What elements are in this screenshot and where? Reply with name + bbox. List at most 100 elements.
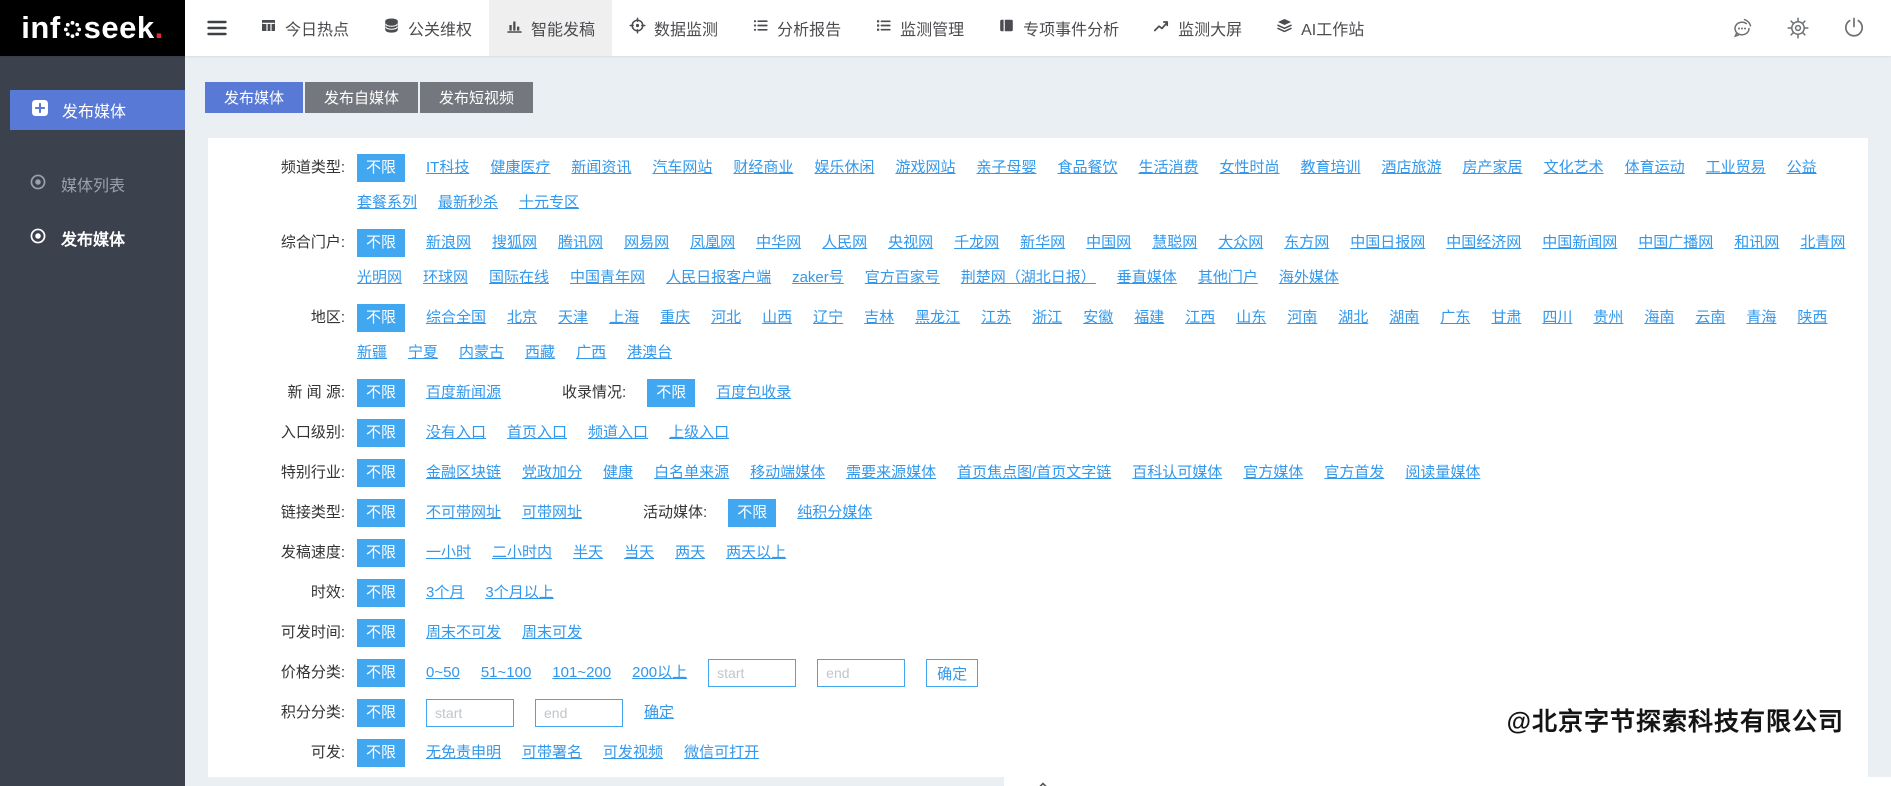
filter-option[interactable]: 新浪网 bbox=[426, 229, 471, 257]
filter-option[interactable]: 西藏 bbox=[525, 339, 555, 367]
filter-option[interactable]: 天津 bbox=[558, 304, 588, 332]
filter-chip-unlimited[interactable]: 不限 bbox=[357, 739, 405, 767]
nav-item-today-hot[interactable]: 今日热点 bbox=[243, 0, 366, 56]
filter-option[interactable]: 宁夏 bbox=[408, 339, 438, 367]
filter-option[interactable]: 荆楚网（湖北日报） bbox=[961, 264, 1096, 292]
filter-option[interactable]: 东方网 bbox=[1284, 229, 1329, 257]
filter-option[interactable]: 十元专区 bbox=[519, 189, 579, 217]
filter-chip-unlimited[interactable]: 不限 bbox=[357, 619, 405, 647]
filter-option[interactable]: 金融区块链 bbox=[426, 459, 501, 487]
filter-option[interactable]: 湖北 bbox=[1338, 304, 1368, 332]
filter-option[interactable]: 湖南 bbox=[1389, 304, 1419, 332]
sidebar-item-media-list[interactable]: 媒体列表 bbox=[0, 172, 185, 196]
filter-option[interactable]: 云南 bbox=[1695, 304, 1725, 332]
filter-option[interactable]: 凤凰网 bbox=[690, 229, 735, 257]
filter-option[interactable]: 亲子母婴 bbox=[976, 154, 1036, 182]
filter-option[interactable]: 两天以上 bbox=[726, 539, 786, 567]
filter-option[interactable]: 频道入口 bbox=[588, 419, 648, 447]
filter-option[interactable]: 101~200 bbox=[552, 659, 611, 687]
filter-chip-unlimited[interactable]: 不限 bbox=[357, 379, 405, 407]
filter-chip-unlimited[interactable]: 不限 bbox=[647, 379, 695, 407]
nav-item-analysis-report[interactable]: 分析报告 bbox=[735, 0, 858, 56]
filter-option[interactable]: 公益 bbox=[1787, 154, 1817, 182]
filter-option[interactable]: 安徽 bbox=[1083, 304, 1113, 332]
filter-option[interactable]: 甘肃 bbox=[1491, 304, 1521, 332]
filter-option[interactable]: 文化艺术 bbox=[1544, 154, 1604, 182]
filter-option[interactable]: 200以上 bbox=[632, 659, 687, 687]
filter-option[interactable]: 四川 bbox=[1542, 304, 1572, 332]
filter-option[interactable]: 女性时尚 bbox=[1220, 154, 1280, 182]
tab-publish-short-video[interactable]: 发布短视频 bbox=[420, 82, 533, 113]
filter-option[interactable]: 可发视频 bbox=[603, 739, 663, 767]
nav-item-monitor-screen[interactable]: 监测大屏 bbox=[1136, 0, 1259, 56]
filter-option[interactable]: 党政加分 bbox=[522, 459, 582, 487]
filter-option[interactable]: 半天 bbox=[573, 539, 603, 567]
filter-option[interactable]: 上海 bbox=[609, 304, 639, 332]
filter-chip-unlimited[interactable]: 不限 bbox=[357, 699, 405, 727]
filter-chip-unlimited[interactable]: 不限 bbox=[357, 229, 405, 257]
nav-item-data-monitor[interactable]: 数据监测 bbox=[612, 0, 735, 56]
filter-option[interactable]: 首页入口 bbox=[507, 419, 567, 447]
filter-option[interactable]: 千龙网 bbox=[954, 229, 999, 257]
filter-option[interactable]: 阅读量媒体 bbox=[1405, 459, 1480, 487]
filter-chip-unlimited[interactable]: 不限 bbox=[357, 419, 405, 447]
filter-option[interactable]: 娱乐休闲 bbox=[814, 154, 874, 182]
filter-option[interactable]: 生活消费 bbox=[1138, 154, 1198, 182]
filter-option[interactable]: 综合全国 bbox=[426, 304, 486, 332]
filter-option[interactable]: 汽车网站 bbox=[652, 154, 712, 182]
filter-option[interactable]: 河北 bbox=[711, 304, 741, 332]
filter-option[interactable]: 酒店旅游 bbox=[1382, 154, 1442, 182]
filter-option[interactable]: 港澳台 bbox=[627, 339, 672, 367]
filter-option[interactable]: 大众网 bbox=[1218, 229, 1263, 257]
filter-option[interactable]: 需要来源媒体 bbox=[846, 459, 936, 487]
sidebar-item-publish-media[interactable]: 发布媒体 bbox=[0, 226, 185, 250]
filter-option[interactable]: 百度包收录 bbox=[716, 379, 791, 407]
filter-option[interactable]: 贵州 bbox=[1593, 304, 1623, 332]
filter-option[interactable]: 官方媒体 bbox=[1243, 459, 1303, 487]
filter-option[interactable]: 北京 bbox=[507, 304, 537, 332]
filter-option[interactable]: 新华网 bbox=[1020, 229, 1065, 257]
filter-option[interactable]: 可带网址 bbox=[522, 499, 582, 527]
filter-option[interactable]: 百度新闻源 bbox=[426, 379, 501, 407]
filter-option[interactable]: 光明网 bbox=[357, 264, 402, 292]
points-max-input[interactable] bbox=[535, 699, 623, 727]
filter-option[interactable]: 搜狐网 bbox=[492, 229, 537, 257]
filter-option[interactable]: 中国青年网 bbox=[570, 264, 645, 292]
filter-option[interactable]: 垂直媒体 bbox=[1117, 264, 1177, 292]
filter-option[interactable]: 网易网 bbox=[624, 229, 669, 257]
power-icon[interactable] bbox=[1841, 15, 1867, 41]
filter-option[interactable]: 慧聪网 bbox=[1152, 229, 1197, 257]
filter-option[interactable]: 江西 bbox=[1185, 304, 1215, 332]
filter-option[interactable]: 健康医疗 bbox=[490, 154, 550, 182]
filter-option[interactable]: 健康 bbox=[603, 459, 633, 487]
filter-option[interactable]: 北青网 bbox=[1800, 229, 1845, 257]
filter-option[interactable]: 浙江 bbox=[1032, 304, 1062, 332]
filter-option[interactable]: 黑龙江 bbox=[915, 304, 960, 332]
filter-option[interactable]: 中国新闻网 bbox=[1542, 229, 1617, 257]
nav-item-special-event-analysis[interactable]: 专项事件分析 bbox=[981, 0, 1136, 56]
filter-option[interactable]: 游戏网站 bbox=[895, 154, 955, 182]
filter-option[interactable]: 一小时 bbox=[426, 539, 471, 567]
filter-option[interactable]: 中国广播网 bbox=[1638, 229, 1713, 257]
gear-icon[interactable] bbox=[1785, 15, 1811, 41]
filter-option[interactable]: 两天 bbox=[675, 539, 705, 567]
filter-option[interactable]: 财经商业 bbox=[733, 154, 793, 182]
filter-option[interactable]: 吉林 bbox=[864, 304, 894, 332]
filter-chip-unlimited[interactable]: 不限 bbox=[357, 499, 405, 527]
nav-item-ai-workstation[interactable]: AI工作站 bbox=[1259, 0, 1381, 56]
filter-option[interactable]: 江苏 bbox=[981, 304, 1011, 332]
nav-item-monitor-manage[interactable]: 监测管理 bbox=[858, 0, 981, 56]
filter-option[interactable]: 广东 bbox=[1440, 304, 1470, 332]
filter-option[interactable]: 最新秒杀 bbox=[438, 189, 498, 217]
points-min-input[interactable] bbox=[426, 699, 514, 727]
filter-option[interactable]: 无免责申明 bbox=[426, 739, 501, 767]
filter-option[interactable]: 周末不可发 bbox=[426, 619, 501, 647]
comment-icon[interactable] bbox=[1729, 15, 1755, 41]
filter-option[interactable]: 套餐系列 bbox=[357, 189, 417, 217]
filter-option[interactable]: 陕西 bbox=[1797, 304, 1827, 332]
filter-option[interactable]: 可带署名 bbox=[522, 739, 582, 767]
nav-item-smart-publish[interactable]: 智能发稿 bbox=[489, 0, 612, 56]
filter-option[interactable]: 工业贸易 bbox=[1706, 154, 1766, 182]
filter-option[interactable]: 海南 bbox=[1644, 304, 1674, 332]
filter-option[interactable]: 微信可打开 bbox=[684, 739, 759, 767]
